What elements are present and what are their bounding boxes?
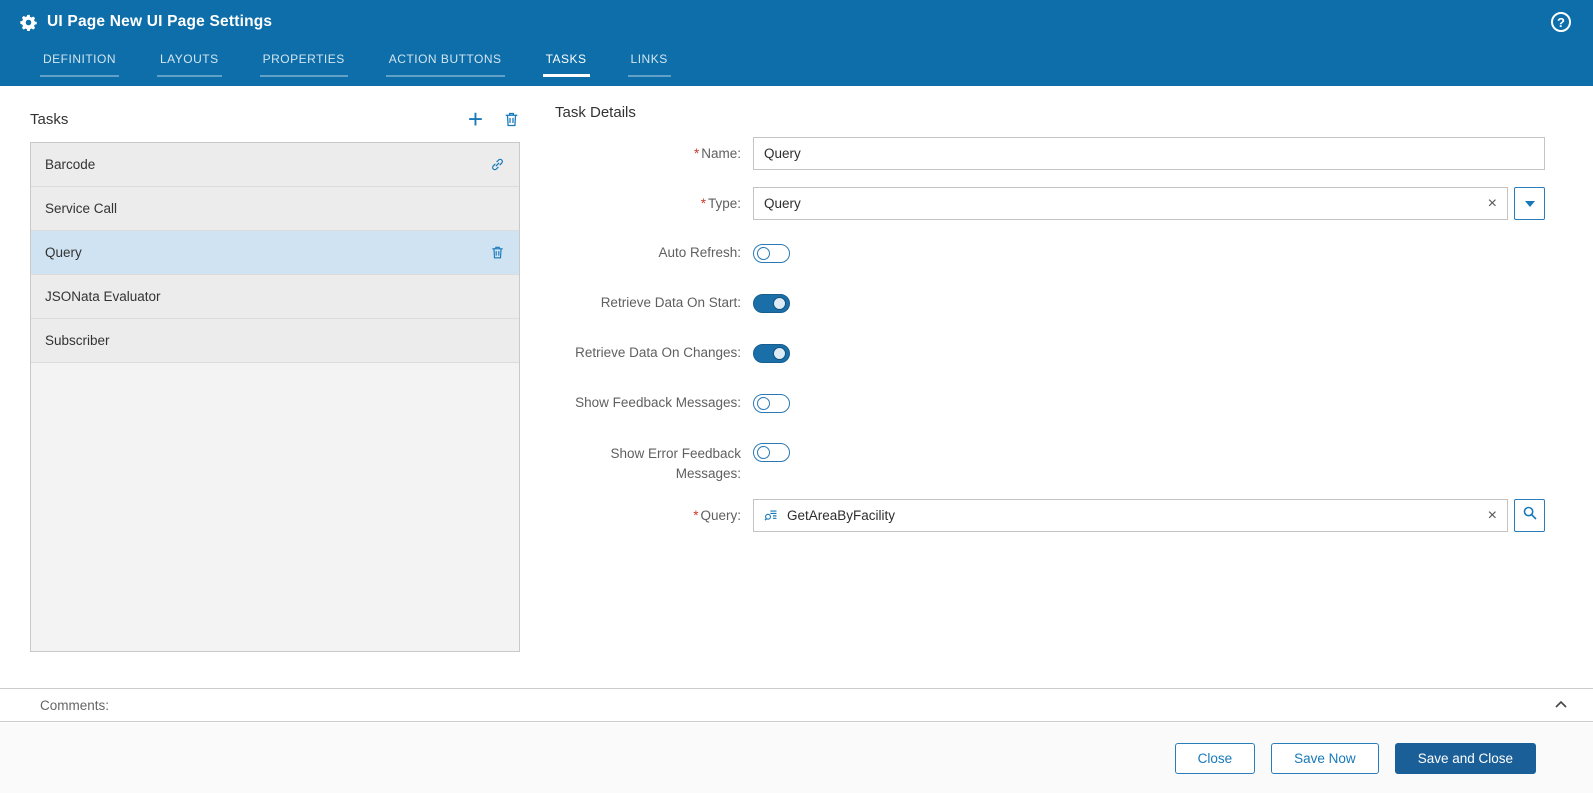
retrieve-on-changes-label: Retrieve Data On Changes: — [575, 345, 741, 361]
link-icon[interactable] — [490, 157, 505, 172]
auto-refresh-toggle[interactable] — [753, 243, 790, 263]
name-label: * Name: — [693, 145, 741, 161]
task-item-label: Service Call — [45, 201, 118, 216]
task-item-label: Barcode — [45, 157, 96, 172]
ui-page-settings-window: UI Page New UI Page Settings ? DEFINITIO… — [0, 0, 1593, 793]
task-details-panel: Task Details * Name: Query * Type: Query × — [555, 104, 1545, 533]
task-item-label: Query — [45, 245, 82, 260]
task-list-item-jsonata-evaluator[interactable]: JSONata Evaluator — [31, 275, 519, 319]
close-button[interactable]: Close — [1174, 742, 1256, 774]
footer-bar: Close Save Now Save and Close — [0, 723, 1593, 793]
show-feedback-label: Show Feedback Messages: — [575, 395, 741, 411]
query-input[interactable]: GetAreaByFacility × — [753, 499, 1508, 533]
required-marker: * — [693, 145, 700, 161]
trash-icon[interactable] — [490, 245, 505, 260]
clear-icon[interactable]: × — [1488, 507, 1497, 524]
toggle-knob — [773, 346, 786, 360]
type-dropdown-button[interactable] — [1514, 187, 1545, 220]
chevron-up-icon[interactable] — [1553, 697, 1569, 713]
task-details-title: Task Details — [555, 104, 636, 121]
add-task-button[interactable]: + — [468, 106, 483, 132]
show-feedback-toggle[interactable] — [753, 393, 790, 413]
toggle-knob — [757, 396, 770, 410]
show-error-feedback-row: Show Error Feedback Messages: — [555, 443, 1545, 483]
page-title: UI Page New UI Page Settings — [47, 13, 273, 30]
top-bar: UI Page New UI Page Settings ? DEFINITIO… — [0, 0, 1593, 86]
comments-label: Comments: — [40, 697, 110, 713]
save-now-button[interactable]: Save Now — [1271, 742, 1379, 774]
tab-layouts[interactable]: LAYOUTS — [157, 46, 222, 77]
name-field-row: * Name: Query — [555, 137, 1545, 170]
tab-definition[interactable]: DEFINITION — [40, 46, 119, 77]
toggle-knob — [773, 296, 786, 310]
task-list-item-service-call[interactable]: Service Call — [31, 187, 519, 231]
main-content: Tasks + Barcode Service Call Query JSONa… — [0, 86, 1593, 688]
tab-action-buttons[interactable]: ACTION BUTTONS — [385, 46, 505, 77]
task-list-item-subscriber[interactable]: Subscriber — [31, 319, 519, 363]
task-item-label: Subscriber — [45, 333, 110, 348]
type-value: Query — [764, 196, 801, 211]
auto-refresh-row: Auto Refresh: — [555, 243, 1545, 263]
required-marker: * — [693, 507, 699, 523]
show-feedback-row: Show Feedback Messages: — [555, 393, 1545, 413]
retrieve-on-changes-row: Retrieve Data On Changes: — [555, 343, 1545, 363]
tasks-panel: Tasks + Barcode Service Call Query JSONa… — [30, 104, 520, 652]
delete-task-button[interactable] — [503, 111, 520, 128]
retrieve-on-start-row: Retrieve Data On Start: — [555, 293, 1545, 313]
task-list: Barcode Service Call Query JSONata Evalu… — [30, 142, 520, 652]
query-search-button[interactable] — [1514, 499, 1545, 533]
tab-links[interactable]: LINKS — [627, 46, 671, 77]
title-row: UI Page New UI Page Settings — [0, 0, 1593, 44]
chevron-down-icon — [1524, 200, 1535, 207]
save-and-close-button[interactable]: Save and Close — [1394, 742, 1536, 774]
show-error-feedback-label: Show Error Feedback Messages: — [610, 446, 741, 481]
name-value: Query — [764, 146, 801, 161]
show-error-feedback-toggle[interactable] — [753, 443, 790, 462]
task-item-label: JSONata Evaluator — [45, 289, 161, 304]
auto-refresh-label: Auto Refresh: — [658, 245, 741, 261]
comments-bar: Comments: — [0, 688, 1593, 722]
required-marker: * — [700, 195, 706, 211]
type-combobox[interactable]: Query × — [753, 187, 1508, 220]
toggle-knob — [757, 446, 770, 459]
task-list-item-query[interactable]: Query — [31, 231, 519, 275]
toggle-knob — [757, 246, 770, 260]
name-input[interactable]: Query — [753, 137, 1545, 170]
gear-icon — [20, 14, 37, 31]
retrieve-on-start-label: Retrieve Data On Start: — [600, 295, 741, 311]
help-icon[interactable]: ? — [1551, 12, 1571, 32]
search-icon — [1522, 505, 1538, 526]
tab-properties[interactable]: PROPERTIES — [259, 46, 348, 77]
type-label: * Type: — [700, 195, 741, 211]
query-value: GetAreaByFacility — [787, 508, 896, 524]
tasks-panel-header: Tasks + — [30, 104, 520, 134]
tab-tasks[interactable]: TASKS — [542, 46, 590, 77]
query-field-row: * Query: GetAreaByFacility × — [555, 499, 1545, 533]
type-field-row: * Type: Query × — [555, 187, 1545, 220]
retrieve-on-start-toggle[interactable] — [753, 293, 790, 313]
query-icon — [764, 508, 779, 523]
task-list-item-barcode[interactable]: Barcode — [31, 143, 519, 187]
retrieve-on-changes-toggle[interactable] — [753, 343, 790, 363]
clear-icon[interactable]: × — [1488, 195, 1497, 212]
tasks-panel-title: Tasks — [30, 110, 69, 128]
tab-bar: DEFINITION LAYOUTS PROPERTIES ACTION BUT… — [0, 46, 1593, 77]
query-label: * Query: — [693, 507, 741, 523]
